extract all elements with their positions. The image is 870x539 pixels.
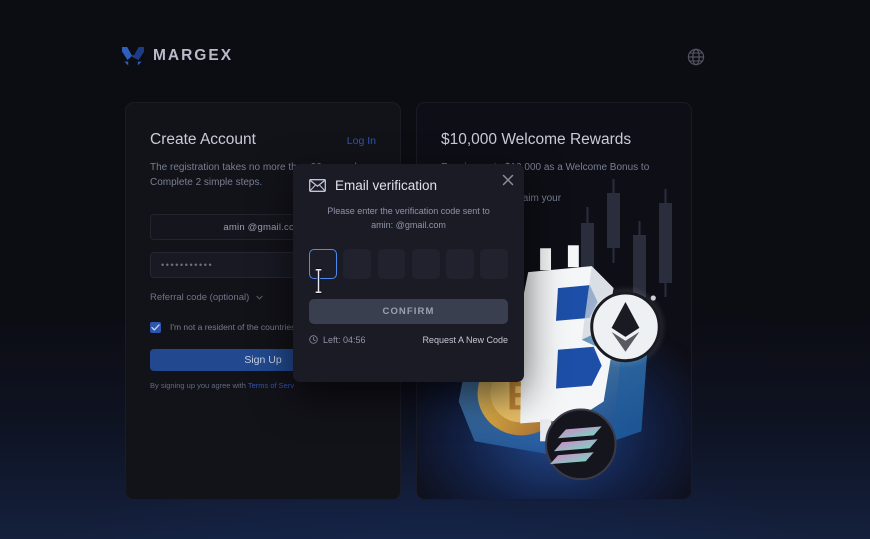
- modal-title: Email verification: [335, 178, 438, 193]
- margex-m-logo-icon: [122, 47, 144, 66]
- countdown-timer-label: Left: 04:56: [323, 334, 366, 345]
- code-input-4[interactable]: [411, 248, 440, 279]
- modal-description: Please enter the verification code sent …: [309, 205, 508, 233]
- globe-icon: [687, 48, 705, 66]
- residency-checkbox[interactable]: [150, 322, 161, 333]
- request-new-code-link[interactable]: Request A New Code: [422, 335, 508, 345]
- envelope-icon: [309, 179, 326, 192]
- email-verification-modal: Email verification Please enter the veri…: [293, 164, 524, 382]
- page-title: Create Account: [150, 131, 256, 148]
- terms-of-service-link[interactable]: Terms of Serv: [248, 381, 294, 390]
- modal-close-button[interactable]: [502, 173, 514, 186]
- code-input-5[interactable]: [446, 248, 474, 279]
- clock-icon: [309, 335, 318, 345]
- chevron-down-icon: [256, 295, 263, 300]
- confirm-button[interactable]: CONFIRM: [309, 298, 508, 324]
- brand-name: MARGEX: [153, 47, 234, 64]
- create-account-header: Create Account Log In: [150, 131, 376, 149]
- code-input-3[interactable]: [377, 248, 406, 279]
- verification-code-inputs: [309, 248, 508, 279]
- language-selector-button[interactable]: [687, 48, 705, 66]
- promo-title: $10,000 Welcome Rewards: [441, 131, 632, 148]
- brand-logo[interactable]: MARGEX: [122, 46, 233, 66]
- code-input-1[interactable]: [309, 248, 337, 279]
- close-icon: [502, 174, 514, 186]
- log-in-link[interactable]: Log In: [347, 135, 376, 147]
- countdown-timer: Left: 04:56: [309, 335, 366, 345]
- code-input-2[interactable]: [343, 248, 371, 279]
- modal-description-line-2: amin: @gmail.com: [371, 219, 446, 230]
- app-header: MARGEX: [0, 40, 870, 80]
- password-value: •••••••••••: [161, 260, 214, 270]
- modal-description-line-1: Please enter the verification code sent …: [327, 206, 490, 216]
- page-root: MARGEX Create Account Log In The registr…: [0, 0, 870, 539]
- modal-header: Email verification: [309, 178, 508, 193]
- email-value: amin @gmail.com: [223, 221, 303, 233]
- check-icon: [151, 324, 160, 331]
- modal-footer: Left: 04:56 Request A New Code: [309, 335, 508, 345]
- terms-agreement-text: By signing up you agree with Terms of Se…: [150, 381, 376, 390]
- code-input-6[interactable]: [480, 248, 508, 279]
- terms-prefix: By signing up you agree with: [150, 380, 248, 390]
- referral-code-label: Referral code (optional): [150, 292, 250, 303]
